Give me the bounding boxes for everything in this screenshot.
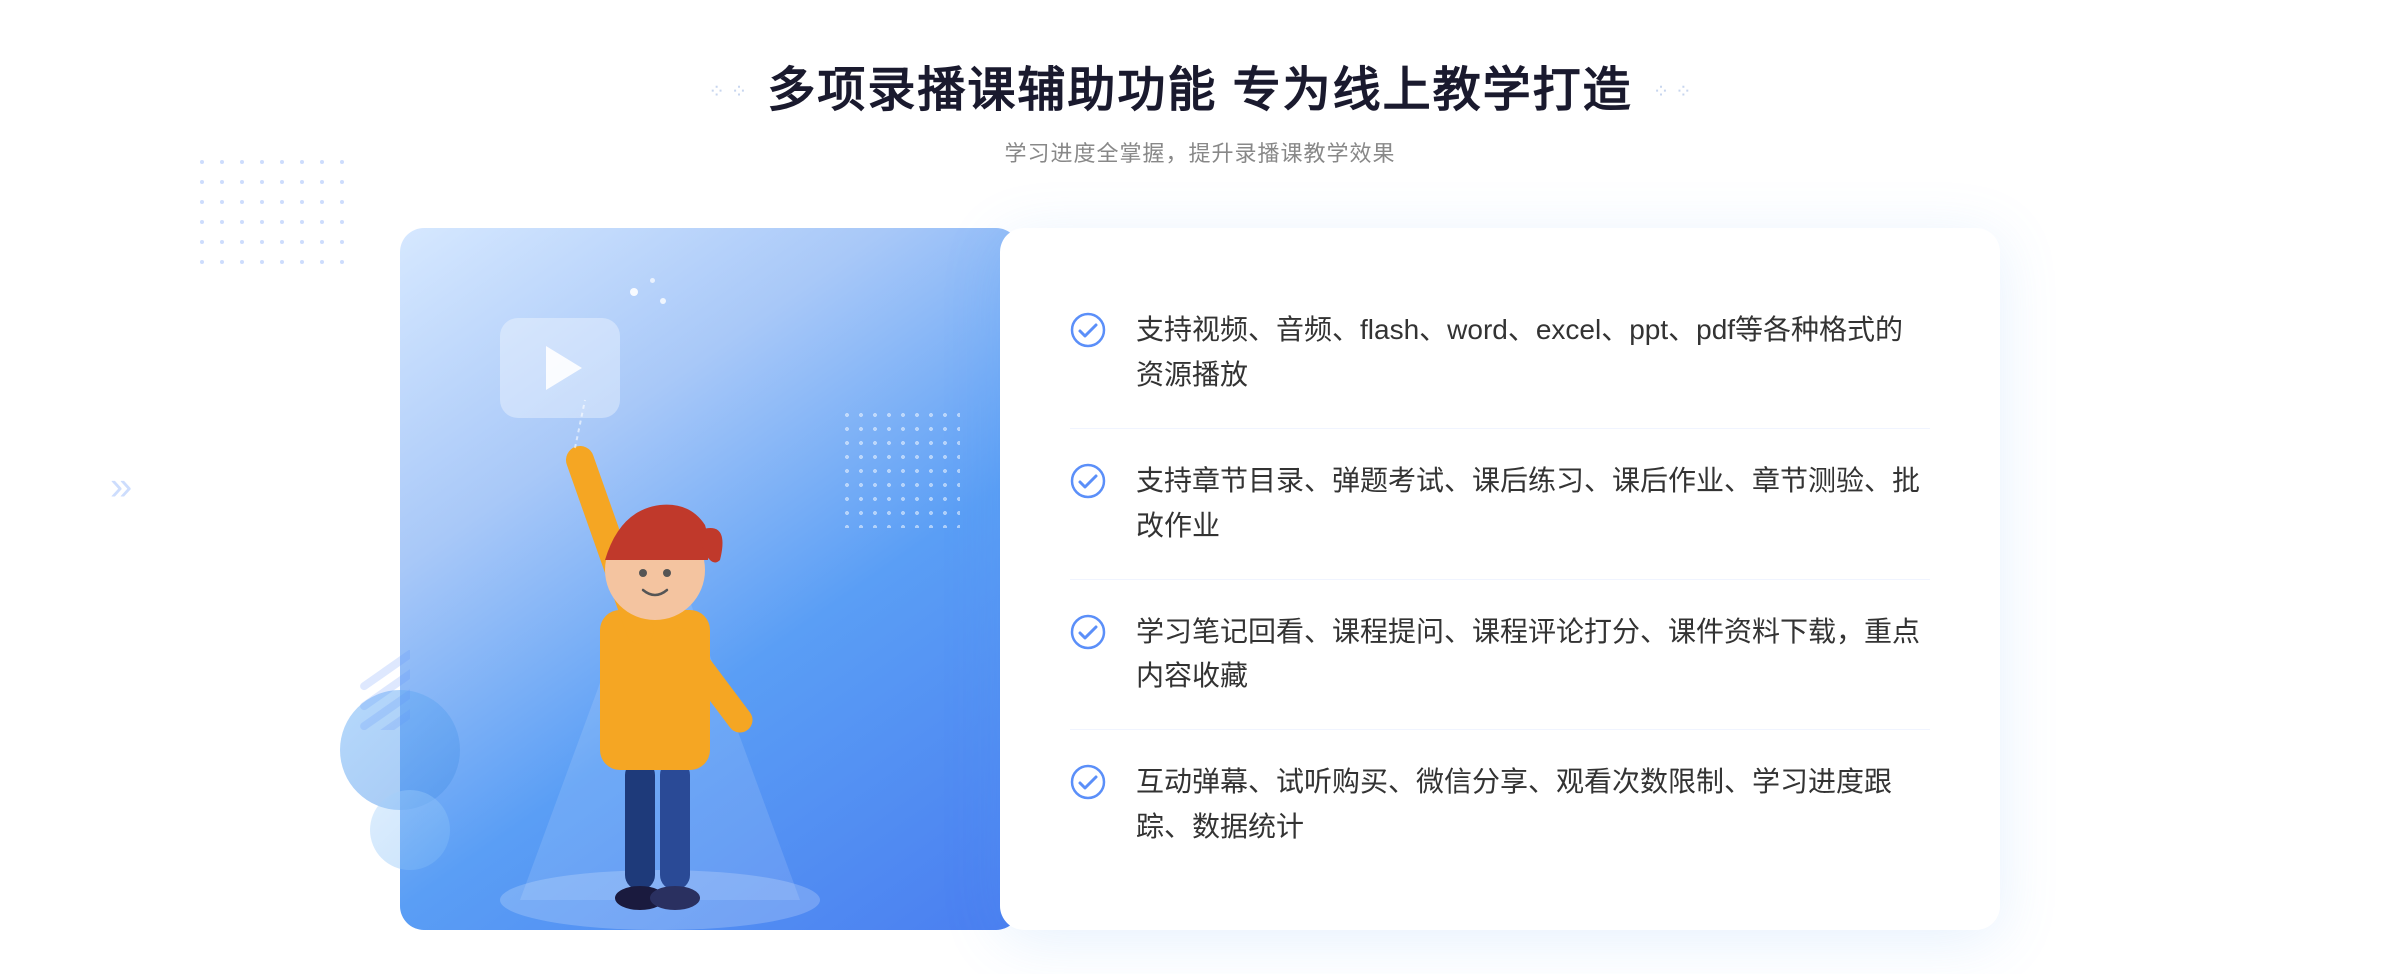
dot (220, 180, 224, 184)
dot (240, 180, 244, 184)
dot (260, 180, 264, 184)
illustration-card (400, 228, 1020, 929)
feature-text-1: 支持视频、音频、flash、word、excel、ppt、pdf等各种格式的资源… (1136, 308, 1930, 398)
stripe-decoration (350, 650, 410, 730)
dot (280, 160, 284, 164)
dot (200, 200, 204, 204)
dot (240, 240, 244, 244)
page-title: 多项录播课辅助功能 专为线上教学打造 (767, 60, 1632, 122)
dot (300, 160, 304, 164)
dot (240, 160, 244, 164)
dot (280, 260, 284, 264)
chevron-left-icon: » (110, 465, 132, 509)
dot (340, 180, 344, 184)
dot (260, 260, 264, 264)
check-circle-icon-1 (1070, 312, 1106, 348)
page-subtitle: 学习进度全掌握，提升录播课教学效果 (708, 136, 1692, 168)
dot (300, 200, 304, 204)
feature-item-2: 支持章节目录、弹题考试、课后练习、课后作业、章节测验、批改作业 (1070, 429, 1930, 580)
left-arrow-icon[interactable]: » (110, 465, 132, 510)
feature-text-3: 学习笔记回看、课程提问、课程评论打分、课件资料下载，重点内容收藏 (1136, 610, 1930, 700)
bg-dots-top-left (200, 160, 352, 272)
dot (200, 220, 204, 224)
dot (260, 240, 264, 244)
dot (300, 260, 304, 264)
dot (220, 200, 224, 204)
dot (280, 220, 284, 224)
dot (340, 200, 344, 204)
dot (300, 240, 304, 244)
page-wrapper: » ⁘ ⁘ 多项录播课辅助功能 专为线上教学打造 ⁘ ⁘ 学习进度全掌握，提升录… (0, 0, 2400, 974)
dots-separator-left-icon: ⁘ ⁘ (708, 79, 747, 104)
dot (240, 260, 244, 264)
dot (280, 180, 284, 184)
feature-item-4: 互动弹幕、试听购买、微信分享、观看次数限制、学习进度跟踪、数据统计 (1070, 730, 1930, 880)
deco-circle-small (370, 790, 450, 870)
dot (220, 260, 224, 264)
dot (200, 260, 204, 264)
dot (340, 160, 344, 164)
dot (240, 220, 244, 224)
dot (280, 200, 284, 204)
dot (280, 240, 284, 244)
dot (220, 240, 224, 244)
dot (260, 200, 264, 204)
content-area: 支持视频、音频、flash、word、excel、ppt、pdf等各种格式的资源… (400, 228, 2000, 929)
check-circle-icon-3 (1070, 614, 1106, 650)
dots-separator-right-icon: ⁘ ⁘ (1653, 79, 1692, 104)
dot (320, 260, 324, 264)
dot (220, 220, 224, 224)
dot (220, 160, 224, 164)
dot (320, 160, 324, 164)
dot (300, 180, 304, 184)
dot (200, 160, 204, 164)
dot (340, 240, 344, 244)
header-section: ⁘ ⁘ 多项录播课辅助功能 专为线上教学打造 ⁘ ⁘ 学习进度全掌握，提升录播课… (708, 60, 1692, 168)
feature-text-2: 支持章节目录、弹题考试、课后练习、课后作业、章节测验、批改作业 (1136, 459, 1930, 549)
dot (320, 200, 324, 204)
feature-item-3: 学习笔记回看、课程提问、课程评论打分、课件资料下载，重点内容收藏 (1070, 580, 1930, 731)
dot (320, 180, 324, 184)
dot (300, 220, 304, 224)
dot (240, 200, 244, 204)
dot (200, 240, 204, 244)
dot (340, 260, 344, 264)
dot (260, 160, 264, 164)
dot (260, 220, 264, 224)
check-circle-icon-4 (1070, 764, 1106, 800)
feature-item-1: 支持视频、音频、flash、word、excel、ppt、pdf等各种格式的资源… (1070, 278, 1930, 429)
dot (340, 220, 344, 224)
check-circle-icon-2 (1070, 463, 1106, 499)
dot (320, 240, 324, 244)
features-card: 支持视频、音频、flash、word、excel、ppt、pdf等各种格式的资源… (1000, 228, 2000, 929)
dot (320, 220, 324, 224)
feature-text-4: 互动弹幕、试听购买、微信分享、观看次数限制、学习进度跟踪、数据统计 (1136, 760, 1930, 850)
dot (200, 180, 204, 184)
person-illustration (460, 340, 860, 930)
